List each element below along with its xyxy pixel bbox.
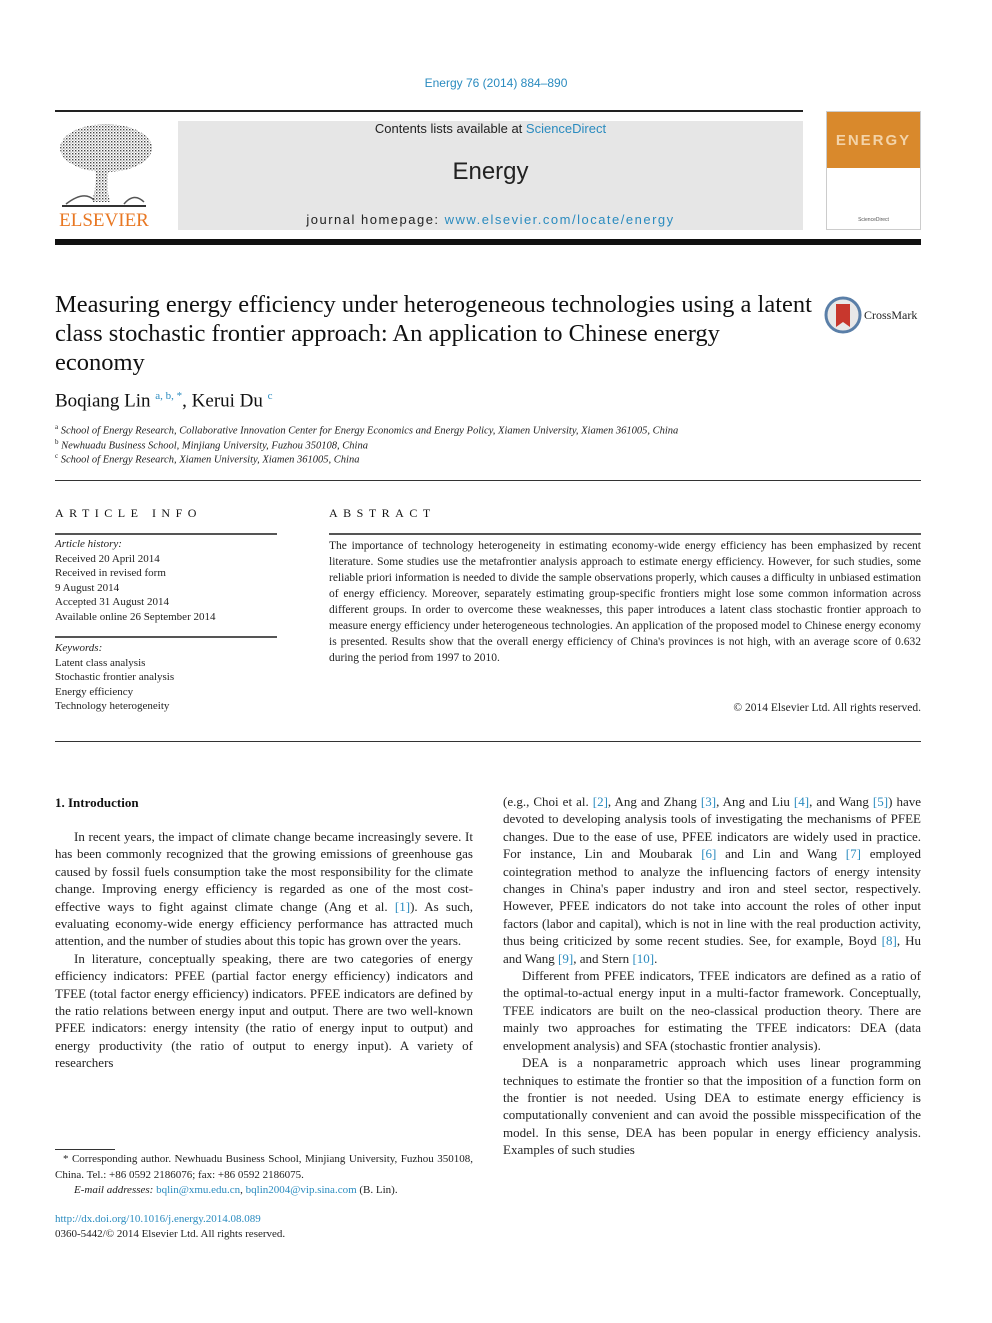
paragraph-text: (e.g., Choi et al. [503, 794, 593, 809]
journal-name: Energy [452, 158, 529, 185]
affiliation-mark: b [55, 438, 59, 446]
divider [55, 533, 277, 535]
reference-link[interactable]: [2] [593, 794, 608, 809]
reference-link[interactable]: [3] [701, 794, 716, 809]
corresponding-author-note: * Corresponding author. Newhuadu Busines… [55, 1153, 473, 1181]
contents-available: Contents lists available at ScienceDirec… [178, 121, 803, 136]
affiliation-item: b Newhuadu Business School, Minjiang Uni… [55, 438, 368, 452]
tree-icon [60, 124, 152, 207]
email-link[interactable]: bqlin2004@vip.sina.com [246, 1184, 357, 1196]
history-item: 9 August 2014 [55, 581, 120, 594]
paragraph-text: In literature, conceptually speaking, th… [55, 950, 473, 1071]
body-paragraph: In recent years, the impact of climate c… [55, 828, 473, 950]
author-separator: , [182, 390, 192, 412]
journal-homepage: journal homepage: www.elsevier.com/locat… [178, 212, 803, 227]
body-paragraph: (e.g., Choi et al. [2], Ang and Zhang [3… [503, 793, 921, 967]
paragraph-text: and Lin and Wang [716, 846, 846, 862]
crossmark-button[interactable]: CrossMark [824, 296, 924, 336]
paragraph-text: employed cointegration method to analyze… [503, 846, 922, 949]
paragraph-text: , Ang and Zhang [607, 794, 701, 809]
reference-link[interactable]: [1] [395, 899, 410, 914]
author-name[interactable]: Boqiang Lin [55, 390, 151, 411]
reference-link[interactable]: [10] [632, 951, 654, 966]
doi-link[interactable]: http://dx.doi.org/10.1016/j.energy.2014.… [55, 1212, 285, 1227]
article-history: Article history: Received 20 April 2014 … [55, 537, 295, 624]
section-heading-introduction: 1. Introduction [55, 795, 139, 810]
keyword-item: Stochastic frontier analysis [55, 671, 175, 683]
header-rule [55, 110, 803, 112]
homepage-link[interactable]: www.elsevier.com/locate/energy [445, 212, 675, 227]
sciencedirect-link[interactable]: ScienceDirect [526, 121, 606, 136]
author-affiliation-marks[interactable]: c [268, 390, 273, 402]
keywords-label: Keywords: [55, 642, 103, 654]
divider [55, 741, 921, 742]
paragraph-text: . [654, 950, 658, 966]
affiliation-mark: a [55, 423, 59, 431]
keyword-item: Latent class analysis [55, 656, 146, 669]
reference-link[interactable]: [5] [873, 794, 888, 809]
body-paragraph: Different from PFEE indicators, TFEE ind… [503, 967, 921, 1054]
divider [329, 533, 921, 535]
cover-title: ENERGY [835, 132, 912, 149]
affiliation-text: School of Energy Research, Collaborative… [60, 425, 679, 437]
author-affiliation-marks[interactable]: a, b, * [155, 390, 182, 402]
body-column-right: (e.g., Choi et al. [2], Ang and Zhang [3… [503, 793, 921, 1159]
body-paragraph: In literature, conceptually speaking, th… [55, 950, 473, 1072]
email-link[interactable]: bqlin@xmu.edu.cn [156, 1184, 240, 1196]
contents-prefix: Contents lists available at [374, 121, 526, 136]
paragraph-text: , Ang and Liu [716, 794, 794, 809]
divider [55, 480, 921, 481]
crossmark-label: CrossMark [864, 308, 918, 322]
history-item: Available online 26 September 2014 [55, 610, 216, 623]
keyword-item: Energy efficiency [55, 685, 134, 698]
homepage-prefix: journal homepage: [306, 212, 445, 227]
author-list: Boqiang Lin a, b, *, Kerui Du c [55, 390, 273, 412]
abstract-heading: ABSTRACT [329, 506, 436, 520]
body-paragraph: DEA is a nonparametric approach which us… [503, 1054, 921, 1158]
reference-link[interactable]: [4] [794, 794, 809, 809]
affiliation-item: c School of Energy Research, Xiamen Univ… [55, 452, 359, 466]
reference-link[interactable]: [7] [846, 846, 861, 861]
keywords: Keywords: Latent class analysis Stochast… [55, 641, 295, 714]
reference-link[interactable]: [9] [558, 951, 573, 966]
keyword-item: Technology heterogeneity [55, 700, 170, 712]
elsevier-logo-text: ELSEVIER [59, 210, 149, 231]
journal-cover-thumbnail[interactable]: ENERGY ScienceDirect [826, 111, 921, 230]
divider [55, 636, 277, 638]
body-column-left: In recent years, the impact of climate c… [55, 828, 473, 1072]
header-thick-rule [55, 239, 921, 245]
footnote: * Corresponding author. Newhuadu Busines… [55, 1152, 473, 1199]
paragraph-text: Different from PFEE indicators, TFEE ind… [503, 968, 921, 1053]
paragraph-text: , and Stern [573, 950, 633, 966]
reference-link[interactable]: [8] [882, 933, 897, 948]
affiliation-text: School of Energy Research, Xiamen Univer… [60, 454, 360, 466]
reference-link[interactable]: [6] [701, 846, 716, 861]
email-line: E-mail addresses: bqlin@xmu.edu.cn, bqli… [74, 1184, 398, 1196]
doi-block: http://dx.doi.org/10.1016/j.energy.2014.… [55, 1212, 285, 1242]
journal-citation-link[interactable]: Energy 76 (2014) 884–890 [0, 76, 992, 90]
article-info-heading: ARTICLE INFO [55, 506, 202, 520]
author-name[interactable]: Kerui Du [192, 390, 263, 411]
cover-caption: ScienceDirect [858, 217, 889, 223]
email-suffix: (B. Lin). [356, 1184, 398, 1196]
article-history-label: Article history: [55, 538, 122, 550]
abstract-copyright: © 2014 Elsevier Ltd. All rights reserved… [733, 702, 921, 714]
affiliation-item: a School of Energy Research, Collaborati… [55, 423, 678, 437]
email-label: E-mail addresses: [74, 1184, 157, 1196]
issn-line: 0360-5442/© 2014 Elsevier Ltd. All right… [55, 1228, 286, 1240]
history-item: Received 20 April 2014 [55, 552, 160, 565]
history-item: Received in revised form [55, 567, 166, 579]
affiliation-text: Newhuadu Business School, Minjiang Unive… [61, 440, 368, 452]
paragraph-text: , and Wang [809, 794, 873, 809]
history-item: Accepted 31 August 2014 [55, 596, 169, 608]
crossmark-icon [824, 296, 862, 334]
abstract-text: The importance of technology heterogenei… [329, 540, 921, 664]
affiliation-mark: c [55, 452, 59, 460]
footnote-rule [55, 1149, 115, 1150]
article-title: Measuring energy efficiency under hetero… [55, 291, 812, 376]
paragraph-text: DEA is a nonparametric approach which us… [503, 1055, 921, 1158]
